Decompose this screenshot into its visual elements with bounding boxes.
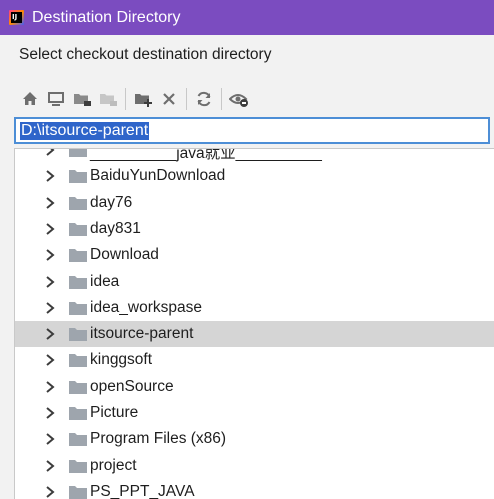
- tree-row[interactable]: idea_workspase: [15, 295, 494, 321]
- tree-row[interactable]: day76: [15, 190, 494, 216]
- toolbar-separator: [125, 88, 126, 110]
- tree-item-label: Picture: [90, 404, 139, 421]
- tree-row[interactable]: project: [15, 453, 494, 479]
- desktop-icon[interactable]: [43, 86, 69, 112]
- chevron-right-icon[interactable]: [43, 148, 57, 157]
- delete-icon[interactable]: [156, 86, 182, 112]
- folder-icon: [69, 485, 87, 499]
- tree-item-label: itsource-parent: [90, 325, 194, 343]
- chevron-right-icon[interactable]: [43, 196, 57, 210]
- tree-item-label: day831: [90, 219, 141, 237]
- tree-row[interactable]: __________java就业__________: [15, 148, 494, 163]
- toolbar: [17, 86, 252, 112]
- folder-icon: [69, 459, 87, 473]
- module-folder-icon[interactable]: [95, 86, 121, 112]
- show-hidden-icon[interactable]: [226, 86, 252, 112]
- chevron-right-icon[interactable]: [43, 248, 57, 262]
- intellij-app-icon: IJ: [9, 10, 24, 25]
- path-input-value: D:\itsource-parent: [20, 121, 150, 140]
- chevron-right-icon[interactable]: [43, 275, 57, 289]
- folder-icon: [69, 196, 87, 210]
- tree-row[interactable]: idea: [15, 269, 494, 295]
- tree-row[interactable]: kinggsoft: [15, 347, 494, 373]
- tree-item-label: Program Files (x86): [90, 430, 227, 448]
- chevron-right-icon[interactable]: [43, 485, 57, 499]
- title-bar: IJ Destination Directory: [0, 0, 494, 35]
- chevron-right-icon[interactable]: [43, 432, 57, 446]
- chevron-right-icon[interactable]: [43, 380, 57, 394]
- project-folder-icon[interactable]: [69, 86, 95, 112]
- chevron-right-icon[interactable]: [43, 327, 57, 341]
- tree-row[interactable]: PS_PPT_JAVA: [15, 479, 494, 499]
- tree-row[interactable]: openSource: [15, 374, 494, 400]
- chevron-right-icon[interactable]: [43, 301, 57, 315]
- toolbar-separator: [186, 88, 187, 110]
- tree-item-label: project: [90, 456, 137, 474]
- tree-row[interactable]: Download: [15, 242, 494, 268]
- tree-item-label: idea_workspase: [90, 298, 203, 316]
- tree-item-label: kinggsoft: [90, 351, 153, 369]
- new-folder-icon[interactable]: [130, 86, 156, 112]
- tree-row[interactable]: itsource-parent: [15, 321, 494, 348]
- chevron-right-icon[interactable]: [43, 406, 57, 420]
- tree-item-label: openSource: [90, 377, 174, 395]
- chevron-right-icon[interactable]: [43, 169, 57, 183]
- window-title: Destination Directory: [32, 8, 181, 26]
- folder-icon: [69, 433, 87, 447]
- folder-icon: [69, 149, 87, 157]
- folder-icon: [69, 380, 87, 394]
- home-icon[interactable]: [17, 86, 43, 112]
- folder-icon: [69, 328, 87, 342]
- tree-item-label: day76: [90, 193, 133, 211]
- folder-icon: [69, 301, 87, 315]
- folder-icon: [69, 354, 87, 368]
- directory-tree[interactable]: __________java就业__________ BaiduYunDownlo…: [14, 148, 494, 499]
- tree-row[interactable]: Program Files (x86): [15, 426, 494, 452]
- tree-item-label: __________java就业__________: [90, 148, 322, 162]
- folder-icon: [69, 249, 87, 263]
- chevron-right-icon[interactable]: [43, 459, 57, 473]
- tree-item-label: Download: [90, 246, 159, 264]
- refresh-icon[interactable]: [191, 86, 217, 112]
- tree-row[interactable]: day831: [15, 216, 494, 242]
- dialog-prompt: Select checkout destination directory: [19, 46, 272, 63]
- path-input[interactable]: D:\itsource-parent: [14, 117, 490, 144]
- tree-item-label: idea: [90, 272, 120, 290]
- folder-icon: [69, 170, 87, 184]
- folder-icon: [69, 222, 87, 236]
- tree-row[interactable]: Picture: [15, 400, 494, 426]
- chevron-right-icon[interactable]: [43, 222, 57, 236]
- folder-icon: [69, 407, 87, 420]
- tree-item-label: PS_PPT_JAVA: [90, 482, 195, 499]
- tree-row[interactable]: BaiduYunDownload: [15, 163, 494, 189]
- tree-item-label: BaiduYunDownload: [90, 167, 226, 185]
- toolbar-separator: [221, 88, 222, 110]
- chevron-right-icon[interactable]: [43, 353, 57, 367]
- folder-icon: [69, 275, 87, 289]
